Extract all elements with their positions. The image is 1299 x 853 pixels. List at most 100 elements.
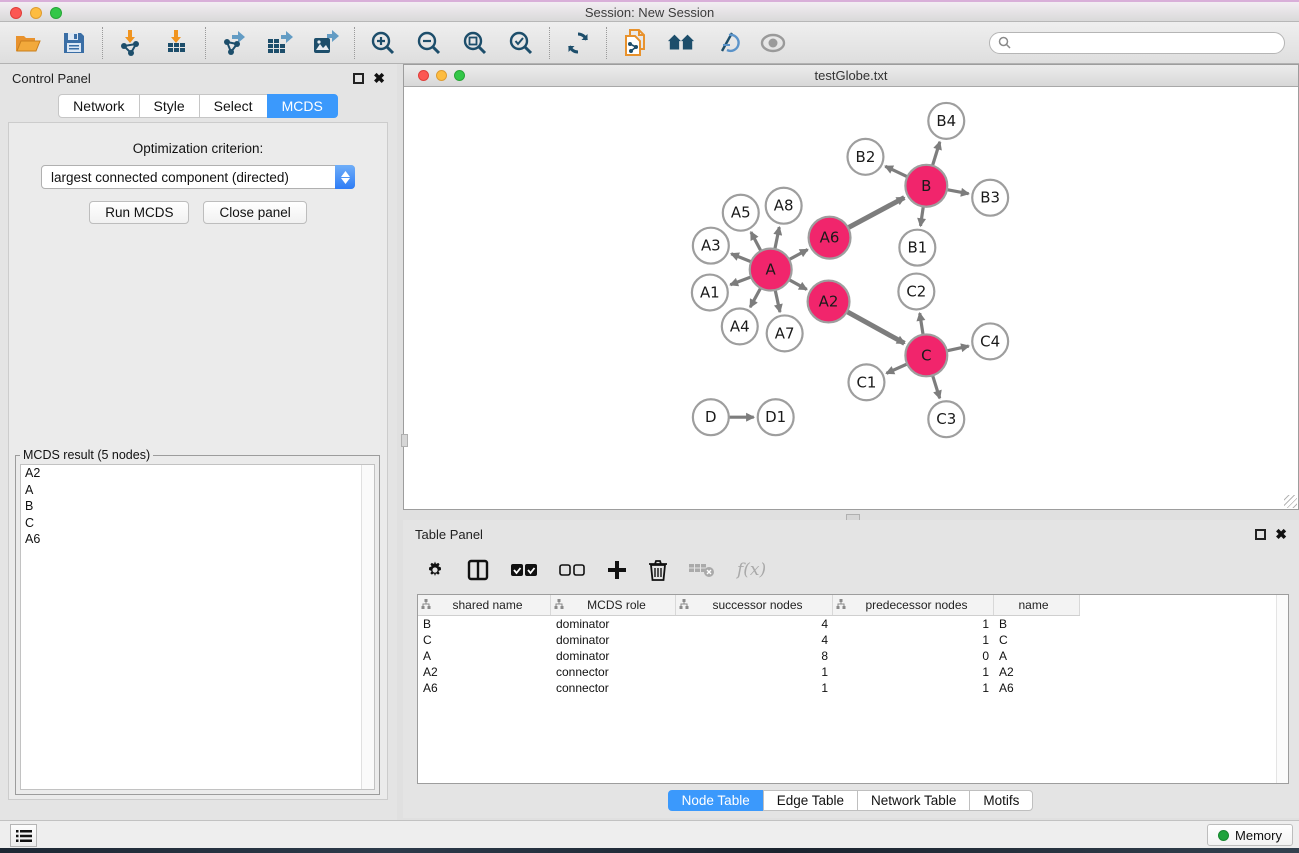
table-row[interactable]: A2connector11A2 <box>418 664 1288 680</box>
result-list-item[interactable]: B <box>21 498 374 515</box>
graph-node-D[interactable]: D <box>693 399 729 435</box>
table-scrollbar[interactable] <box>1276 595 1288 783</box>
table-row[interactable]: Adominator80A <box>418 648 1288 664</box>
graph-node-A5[interactable]: A5 <box>723 195 759 231</box>
memory-button[interactable]: Memory <box>1207 824 1293 846</box>
graph-node-A4[interactable]: A4 <box>722 308 758 344</box>
tab-motifs[interactable]: Motifs <box>969 790 1033 811</box>
graph-node-A3[interactable]: A3 <box>693 228 729 264</box>
zoom-out-icon[interactable] <box>415 29 443 57</box>
import-network-icon[interactable] <box>117 29 145 57</box>
column-header-successor-nodes[interactable]: successor nodes <box>676 595 833 615</box>
network-minimize-button[interactable] <box>436 70 447 81</box>
home-icon[interactable] <box>667 29 695 57</box>
graph-node-B4[interactable]: B4 <box>928 103 964 139</box>
table-cell: A6 <box>994 680 1080 696</box>
open-folder-icon[interactable] <box>14 29 42 57</box>
network-zoom-button[interactable] <box>454 70 465 81</box>
graph-node-B2[interactable]: B2 <box>848 139 884 175</box>
graph-node-D1[interactable]: D1 <box>758 399 794 435</box>
eye-icon[interactable] <box>759 29 787 57</box>
graph-node-A7[interactable]: A7 <box>767 315 803 351</box>
network-canvas[interactable]: B4 B2 B B3 B1 A5A8A6 A3 A A1 A2 A4A7 C2 C4 C C1 C3 D D1 <box>405 88 1297 508</box>
column-header-MCDS-role[interactable]: MCDS role <box>551 595 676 615</box>
table-row[interactable]: A6connector11A6 <box>418 680 1288 696</box>
float-panel-icon[interactable] <box>353 73 364 84</box>
svg-text:A3: A3 <box>701 237 721 255</box>
search-field[interactable] <box>989 32 1285 54</box>
save-icon[interactable] <box>60 29 88 57</box>
column-header-shared-name[interactable]: shared name <box>418 595 551 615</box>
graph-node-C3[interactable]: C3 <box>928 401 964 437</box>
zoom-fit-icon[interactable] <box>461 29 489 57</box>
graph-node-C2[interactable]: C2 <box>898 274 934 310</box>
tab-style[interactable]: Style <box>139 94 200 118</box>
run-mcds-button[interactable]: Run MCDS <box>89 201 189 224</box>
memory-status-icon <box>1218 830 1229 841</box>
table-panel-title: Table Panel <box>415 527 483 542</box>
task-list-button[interactable] <box>10 824 37 847</box>
show-columns-icon[interactable] <box>511 563 537 577</box>
graph-node-B1[interactable]: B1 <box>899 230 935 266</box>
zoom-in-icon[interactable] <box>369 29 397 57</box>
tab-node-table[interactable]: Node Table <box>668 790 764 811</box>
search-input[interactable] <box>1016 36 1276 50</box>
export-table-icon[interactable] <box>266 29 294 57</box>
graph-node-C[interactable]: C <box>905 334 947 376</box>
add-icon[interactable] <box>607 560 627 580</box>
graph-node-C1[interactable]: C1 <box>849 364 885 400</box>
gear-icon[interactable] <box>425 560 445 580</box>
zoom-selected-icon[interactable] <box>507 29 535 57</box>
delete-icon[interactable] <box>649 560 667 581</box>
tab-network-table[interactable]: Network Table <box>857 790 970 811</box>
table-cell: A2 <box>994 664 1080 680</box>
table-cell: 1 <box>676 664 833 680</box>
close-table-panel-icon[interactable]: ✖ <box>1275 529 1287 540</box>
split-columns-icon[interactable] <box>467 559 489 581</box>
close-panel-icon[interactable]: ✖ <box>373 73 385 84</box>
result-list-item[interactable]: A <box>21 482 374 499</box>
table-cell: B <box>418 616 551 632</box>
tab-mcds[interactable]: MCDS <box>267 94 338 118</box>
result-list-item[interactable]: A2 <box>21 465 374 482</box>
result-list-item[interactable]: C <box>21 515 374 532</box>
import-table-icon[interactable] <box>163 29 191 57</box>
tab-edge-table[interactable]: Edge Table <box>763 790 858 811</box>
result-scrollbar[interactable] <box>361 465 374 789</box>
network-window-titlebar[interactable]: testGlobe.txt <box>404 65 1298 87</box>
graph-node-A6[interactable]: A6 <box>809 217 851 259</box>
graph-node-A8[interactable]: A8 <box>766 188 802 224</box>
graph-node-A1[interactable]: A1 <box>692 275 728 311</box>
graph-node-C4[interactable]: C4 <box>972 323 1008 359</box>
svg-text:B4: B4 <box>936 112 956 130</box>
svg-text:C4: C4 <box>980 332 1000 350</box>
column-header-predecessor-nodes[interactable]: predecessor nodes <box>833 595 994 615</box>
column-header-name[interactable]: name <box>994 595 1080 615</box>
network-close-button[interactable] <box>418 70 429 81</box>
result-list-item[interactable]: A6 <box>21 531 374 548</box>
left-divider-handle[interactable] <box>401 434 408 447</box>
graph-node-A2[interactable]: A2 <box>808 281 850 323</box>
function-builder-icon[interactable]: f(x) <box>737 560 766 580</box>
delete-table-icon[interactable] <box>689 562 715 578</box>
column-header-label: shared name <box>431 598 550 612</box>
tab-select[interactable]: Select <box>199 94 268 118</box>
criterion-dropdown[interactable]: largest connected component (directed) <box>41 165 355 189</box>
graph-node-B3[interactable]: B3 <box>972 180 1008 216</box>
resize-grip-icon[interactable] <box>1284 495 1297 508</box>
table-row[interactable]: Cdominator41C <box>418 632 1288 648</box>
table-row[interactable]: Bdominator41B <box>418 616 1288 632</box>
graph-node-A[interactable]: A <box>750 249 792 291</box>
control-panel-tabs: NetworkStyleSelectMCDS <box>0 94 397 118</box>
new-network-from-selection-icon[interactable] <box>621 29 649 57</box>
export-network-icon[interactable] <box>220 29 248 57</box>
export-image-icon[interactable] <box>312 29 340 57</box>
graph-node-B[interactable]: B <box>905 165 947 207</box>
table-cell: A2 <box>418 664 551 680</box>
tab-network[interactable]: Network <box>58 94 139 118</box>
close-panel-button[interactable]: Close panel <box>203 201 306 224</box>
hide-labels-icon[interactable] <box>713 29 741 57</box>
hide-columns-icon[interactable] <box>559 563 585 577</box>
float-table-panel-icon[interactable] <box>1255 529 1266 540</box>
refresh-icon[interactable] <box>564 29 592 57</box>
